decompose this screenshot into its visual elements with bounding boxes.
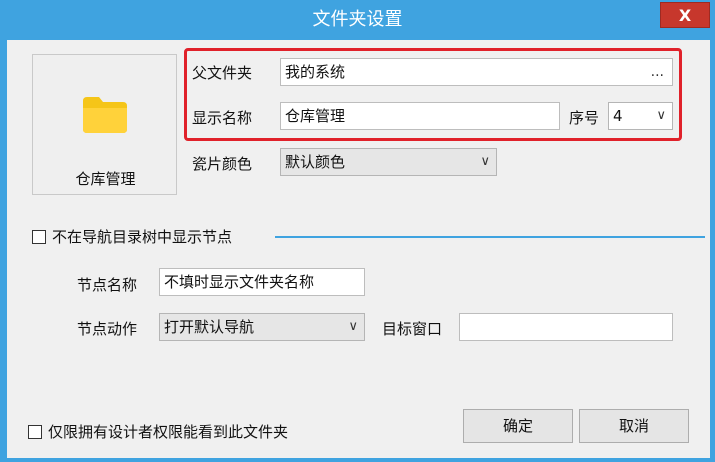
folder-icon (83, 97, 127, 133)
folder-tile-label: 仓库管理 (75, 170, 136, 188)
designer-only-label: 仅限拥有设计者权限能看到此文件夹 (48, 423, 289, 441)
browse-button[interactable]: ... (651, 59, 664, 85)
order-value: 4 (613, 107, 623, 125)
close-button[interactable]: X (660, 2, 710, 28)
window-title: 文件夹设置 (312, 9, 403, 30)
node-action-label: 节点动作 (77, 320, 138, 338)
group-divider (275, 236, 705, 238)
parent-folder-label: 父文件夹 (192, 64, 253, 82)
designer-only-checkbox[interactable] (28, 425, 42, 439)
tile-color-value: 默认颜色 (285, 153, 346, 171)
chevron-down-icon: ∨ (348, 319, 358, 334)
node-action-value: 打开默认导航 (164, 318, 255, 336)
hide-in-tree-checkbox[interactable] (32, 230, 46, 244)
order-select[interactable]: 4 ∨ (608, 102, 673, 130)
hide-in-tree-label: 不在导航目录树中显示节点 (52, 228, 233, 246)
node-name-label: 节点名称 (77, 276, 138, 294)
node-action-select[interactable]: 打开默认导航 ∨ (159, 313, 365, 341)
folder-tile[interactable]: 仓库管理 (32, 54, 177, 195)
tile-color-label: 瓷片颜色 (192, 155, 253, 173)
order-label: 序号 (569, 109, 600, 127)
target-window-input[interactable] (459, 313, 673, 341)
chevron-down-icon: ∨ (656, 108, 666, 123)
parent-folder-field[interactable]: 我的系统 ... (280, 58, 673, 86)
display-name-input[interactable]: 仓库管理 (280, 102, 560, 130)
chevron-down-icon: ∨ (480, 154, 490, 169)
dialog-body: 仓库管理 父文件夹 我的系统 ... 显示名称 仓库管理 序号 4 ∨ 瓷片颜色… (7, 40, 710, 458)
tile-color-select[interactable]: 默认颜色 ∨ (280, 148, 497, 176)
ok-button[interactable]: 确定 (463, 409, 573, 443)
display-name-label: 显示名称 (192, 109, 253, 127)
target-window-label: 目标窗口 (382, 320, 443, 338)
parent-folder-value: 我的系统 (285, 63, 346, 81)
cancel-button[interactable]: 取消 (579, 409, 689, 443)
node-name-input[interactable]: 不填时显示文件夹名称 (159, 268, 365, 296)
